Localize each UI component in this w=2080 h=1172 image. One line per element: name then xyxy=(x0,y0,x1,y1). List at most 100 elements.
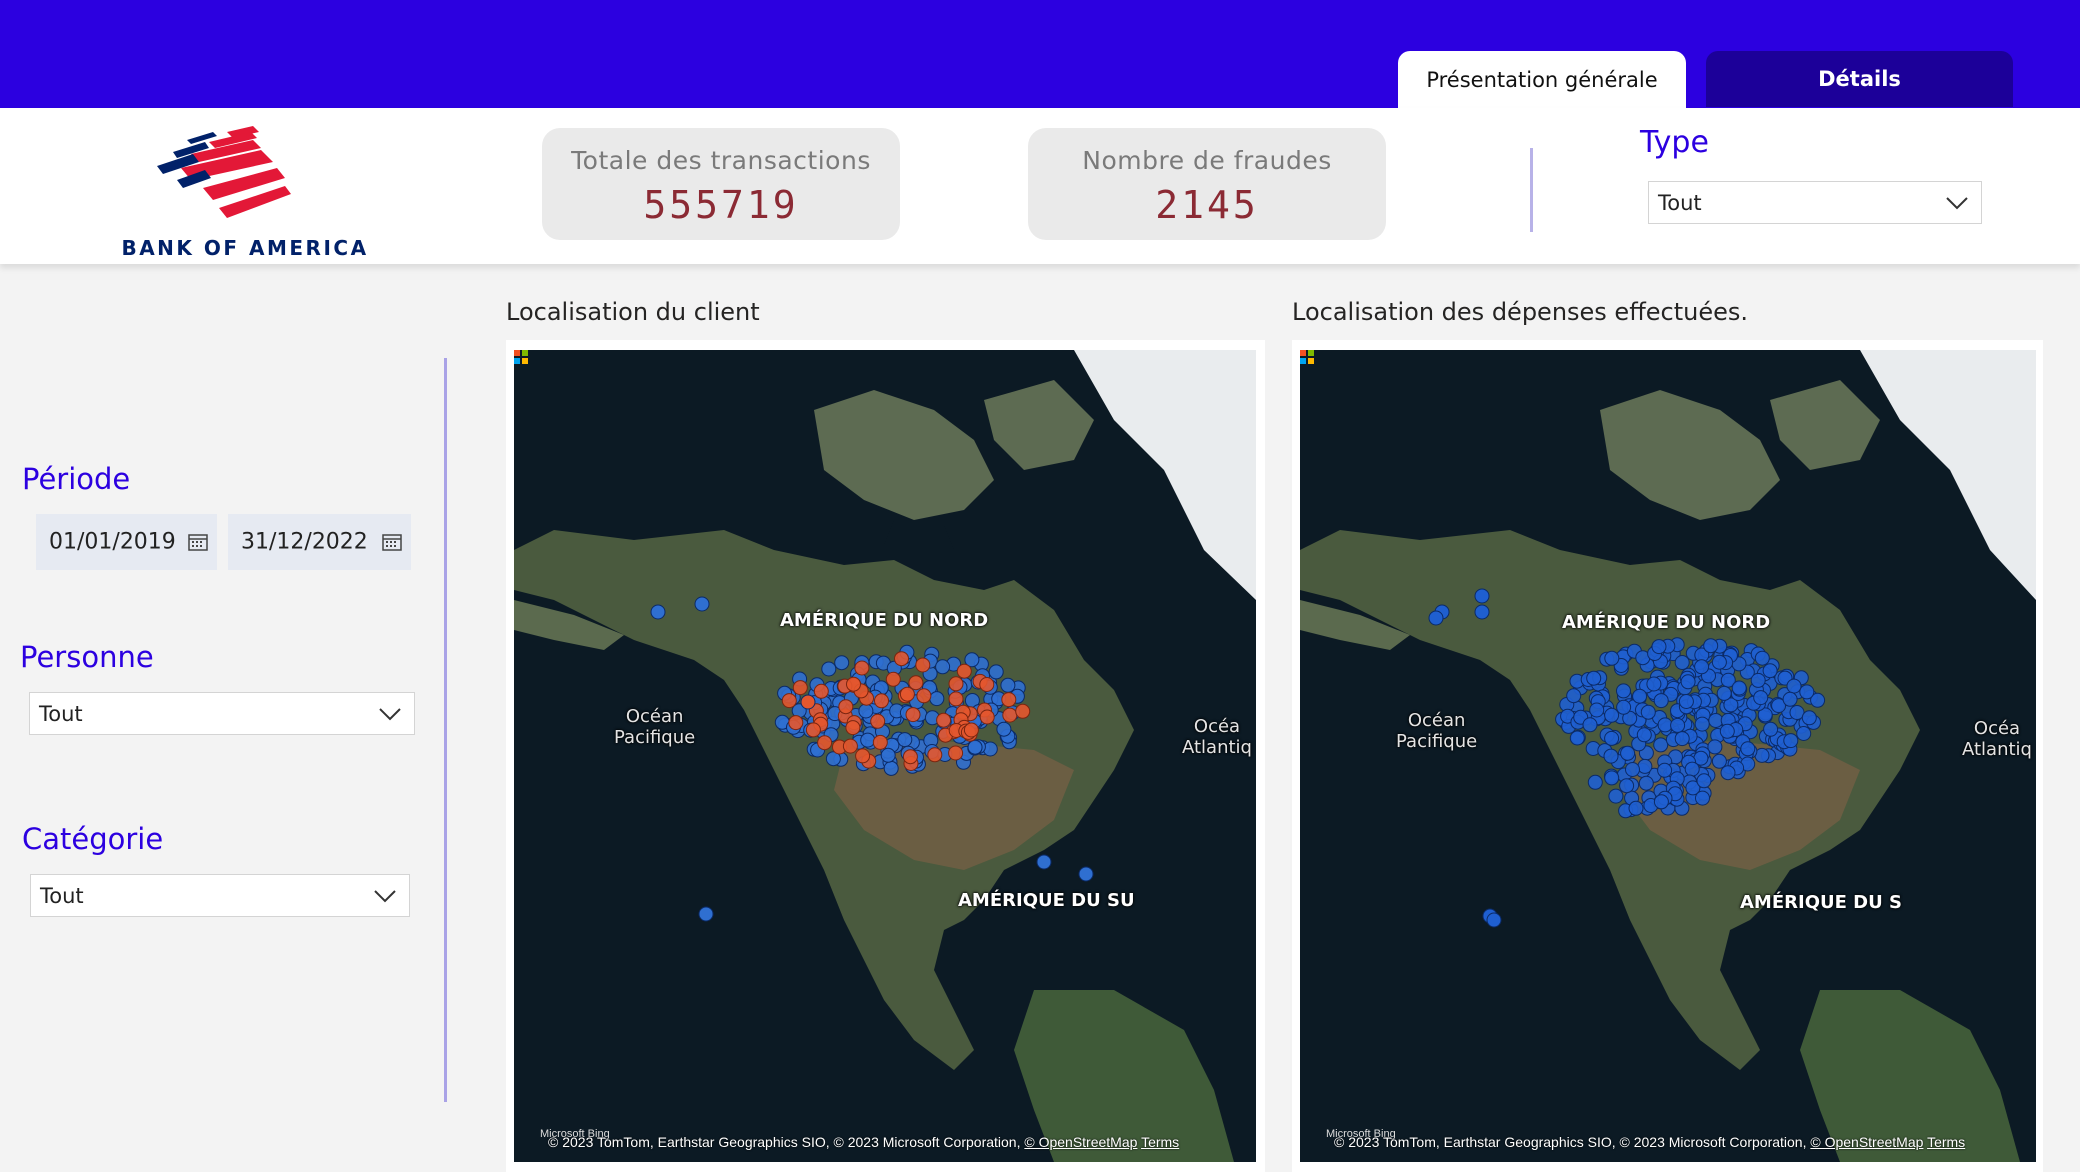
transaction-point[interactable] xyxy=(1632,688,1648,704)
transaction-point[interactable] xyxy=(1708,713,1724,728)
transaction-point[interactable] xyxy=(936,712,952,728)
transaction-point[interactable] xyxy=(1566,688,1582,704)
transaction-point[interactable] xyxy=(1703,638,1719,654)
transaction-point[interactable] xyxy=(915,657,931,673)
transaction-point[interactable] xyxy=(800,694,816,710)
transaction-point[interactable] xyxy=(1589,702,1605,718)
transaction-point[interactable] xyxy=(845,720,861,736)
transaction-point[interactable] xyxy=(1684,761,1700,777)
transaction-point[interactable] xyxy=(860,732,876,748)
transaction-point[interactable] xyxy=(698,906,714,922)
transaction-point[interactable] xyxy=(1786,678,1802,694)
transaction-point[interactable] xyxy=(1694,659,1710,675)
terms-link[interactable]: Terms xyxy=(1141,1134,1179,1150)
transaction-point[interactable] xyxy=(1694,716,1710,732)
transaction-point[interactable] xyxy=(846,676,861,692)
transaction-point[interactable] xyxy=(842,738,858,754)
transaction-point[interactable] xyxy=(1680,674,1696,690)
transaction-point[interactable] xyxy=(650,604,666,620)
transaction-point[interactable] xyxy=(1657,762,1673,778)
transaction-point[interactable] xyxy=(1638,775,1654,791)
terms-link[interactable]: Terms xyxy=(1927,1134,1965,1150)
transaction-point[interactable] xyxy=(855,748,871,764)
transaction-point[interactable] xyxy=(1762,663,1778,679)
calendar-icon[interactable] xyxy=(382,533,402,551)
transaction-point[interactable] xyxy=(834,655,850,671)
transaction-point[interactable] xyxy=(1782,691,1798,707)
transaction-point[interactable] xyxy=(880,747,896,763)
transaction-point[interactable] xyxy=(1801,710,1817,726)
transaction-point[interactable] xyxy=(1670,717,1686,733)
transaction-point[interactable] xyxy=(963,722,979,738)
transaction-point[interactable] xyxy=(1653,693,1669,709)
type-dropdown[interactable]: Tout xyxy=(1648,181,1982,224)
transaction-point[interactable] xyxy=(1586,670,1602,686)
transaction-point[interactable] xyxy=(956,663,972,679)
transaction-point[interactable] xyxy=(908,675,924,691)
transaction-point[interactable] xyxy=(1637,758,1653,774)
transaction-point[interactable] xyxy=(1657,717,1673,733)
transaction-point[interactable] xyxy=(897,732,913,748)
tab-presentation-generale[interactable]: Présentation générale xyxy=(1398,51,1686,108)
transaction-point[interactable] xyxy=(1486,912,1502,928)
transaction-point[interactable] xyxy=(1603,748,1619,764)
transaction-point[interactable] xyxy=(805,722,821,738)
transaction-point[interactable] xyxy=(1428,610,1444,626)
transaction-point[interactable] xyxy=(1753,690,1769,706)
start-date-input[interactable]: 01/01/2019 xyxy=(36,514,217,570)
transaction-point[interactable] xyxy=(694,596,710,612)
transaction-point[interactable] xyxy=(1002,707,1018,723)
transaction-point[interactable] xyxy=(1616,683,1631,699)
transaction-point[interactable] xyxy=(813,683,829,699)
spending-location-map[interactable]: AMÉRIQUE DU NORD AMÉRIQUE DU S Océan Paci… xyxy=(1300,350,2036,1162)
transaction-point[interactable] xyxy=(894,651,909,667)
transaction-point[interactable] xyxy=(948,676,964,692)
transaction-point[interactable] xyxy=(1754,650,1770,666)
transaction-point[interactable] xyxy=(1000,677,1016,693)
transaction-point[interactable] xyxy=(1604,707,1620,723)
transaction-point[interactable] xyxy=(979,709,995,725)
transaction-points-layer[interactable] xyxy=(514,350,1256,1162)
transaction-point[interactable] xyxy=(1799,684,1815,700)
transaction-point[interactable] xyxy=(1720,765,1736,781)
transaction-point[interactable] xyxy=(1707,739,1723,755)
transaction-point[interactable] xyxy=(979,677,995,692)
transaction-point[interactable] xyxy=(1474,604,1490,620)
transaction-point[interactable] xyxy=(874,693,889,709)
transaction-point[interactable] xyxy=(858,703,874,719)
person-dropdown[interactable]: Tout xyxy=(29,692,415,735)
transaction-point[interactable] xyxy=(1653,794,1669,810)
transaction-point[interactable] xyxy=(1716,685,1732,701)
transaction-point[interactable] xyxy=(1750,672,1766,688)
transaction-point[interactable] xyxy=(883,760,899,776)
transaction-point[interactable] xyxy=(1796,726,1812,741)
transaction-point[interactable] xyxy=(1474,588,1490,604)
transaction-point[interactable] xyxy=(1620,745,1636,761)
transaction-point[interactable] xyxy=(1001,692,1017,708)
calendar-icon[interactable] xyxy=(188,533,208,551)
transaction-point[interactable] xyxy=(948,691,964,707)
transaction-point[interactable] xyxy=(1604,730,1620,746)
transaction-point[interactable] xyxy=(781,693,797,709)
transaction-point[interactable] xyxy=(1582,717,1598,733)
transaction-point[interactable] xyxy=(1696,773,1712,789)
transaction-point[interactable] xyxy=(948,745,964,761)
transaction-point[interactable] xyxy=(1619,778,1635,794)
transaction-point[interactable] xyxy=(1783,733,1799,749)
transaction-point[interactable] xyxy=(899,686,915,702)
transaction-point[interactable] xyxy=(1036,854,1052,870)
transaction-point[interactable] xyxy=(838,699,854,715)
transaction-point[interactable] xyxy=(1616,699,1632,715)
openstreetmap-link[interactable]: © OpenStreetMap xyxy=(1810,1134,1923,1150)
transaction-point[interactable] xyxy=(1015,703,1031,719)
transaction-point[interactable] xyxy=(1674,655,1690,670)
transaction-point[interactable] xyxy=(1646,676,1662,692)
transaction-point[interactable] xyxy=(988,664,1004,680)
transaction-point[interactable] xyxy=(885,671,901,687)
transaction-point[interactable] xyxy=(1678,694,1694,709)
transaction-points-layer[interactable] xyxy=(1300,350,2036,1162)
transaction-point[interactable] xyxy=(1078,866,1094,882)
transaction-point[interactable] xyxy=(1674,731,1690,747)
transaction-point[interactable] xyxy=(1636,727,1652,743)
transaction-point[interactable] xyxy=(929,691,945,707)
